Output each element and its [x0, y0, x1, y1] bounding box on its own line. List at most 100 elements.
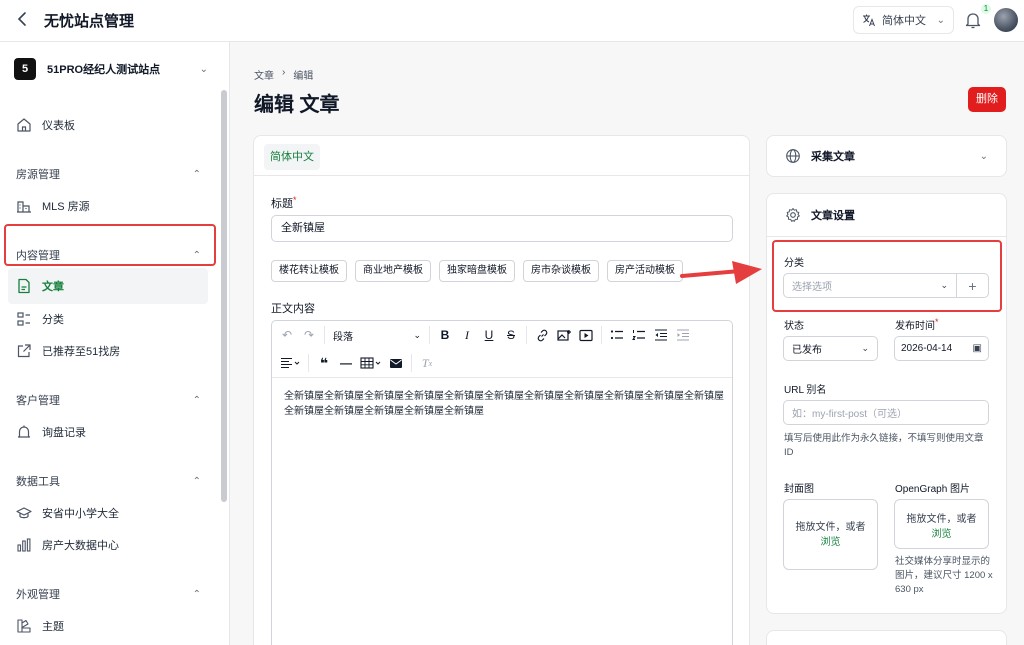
gear-icon — [786, 208, 800, 222]
template-button-event[interactable]: 房产活动模板 — [607, 260, 683, 282]
breadcrumb-item-edit: 编辑 — [293, 71, 314, 82]
panel-title: 采集文章 — [811, 151, 855, 163]
outdent-icon[interactable] — [650, 324, 672, 346]
toolbar-separator — [411, 354, 412, 372]
dropzone-text: 拖放文件，或者 — [795, 522, 866, 533]
title-input[interactable]: 全新镇屋 — [271, 215, 733, 242]
building-icon — [17, 201, 31, 213]
page-title: 编辑 文章 — [254, 94, 340, 116]
sidebar-item-label: 主题 — [42, 621, 64, 633]
toolbar-separator — [324, 326, 325, 344]
editor-card: 简体中文 标题* 全新镇屋 楼花转让模板 商业地产模板 独家暗盘模板 房市杂谈模… — [253, 135, 750, 645]
site-badge: 5 — [14, 58, 36, 80]
panel-header: 采集文章 — [785, 136, 855, 176]
strikethrough-icon[interactable]: S — [500, 324, 522, 346]
sidebar-group-listings[interactable]: 房源管理 ⌃ — [16, 166, 201, 182]
breadcrumb-item-articles[interactable]: 文章 — [254, 67, 274, 82]
publish-date-input[interactable]: 2026-04-14 ▣ — [894, 336, 989, 361]
slug-input[interactable]: 如：my-first-post（可选） — [783, 400, 989, 425]
bullet-list-icon[interactable] — [606, 324, 628, 346]
sidebar-group-appearance[interactable]: 外观管理 ⌃ — [16, 586, 201, 602]
email-icon[interactable] — [385, 352, 407, 374]
sidebar-item-schools[interactable]: 安省中小学大全 — [16, 503, 119, 523]
horizontal-rule-icon[interactable]: — — [335, 352, 357, 374]
sidebar-item-label: 文章 — [42, 281, 64, 293]
template-button-commercial[interactable]: 商业地产模板 — [355, 260, 431, 282]
browse-link[interactable]: 浏览 — [895, 527, 988, 542]
status-select[interactable]: 已发布 ⌄ — [783, 336, 878, 361]
sidebar-scrollbar[interactable] — [221, 90, 227, 502]
calendar-icon[interactable]: ▣ — [973, 343, 982, 354]
italic-icon[interactable]: I — [456, 324, 478, 346]
sidebar-group-label: 数据工具 — [16, 476, 60, 488]
sidebar-item-bigdata[interactable]: 房产大数据中心 — [16, 535, 119, 555]
delete-button[interactable]: 删除 — [968, 87, 1006, 112]
video-icon[interactable] — [575, 324, 597, 346]
table-select[interactable] — [357, 352, 385, 374]
dropzone-text: 拖放文件，或者 — [906, 514, 977, 525]
status-value: 已发布 — [792, 345, 822, 356]
graduation-cap-icon — [16, 507, 32, 519]
numbered-list-icon[interactable] — [628, 324, 650, 346]
chevron-right-icon: › — [282, 67, 286, 78]
chevron-down-icon: ⌄ — [936, 14, 945, 26]
home-icon — [17, 118, 31, 132]
sidebar-item-articles[interactable]: 文章 — [16, 276, 64, 296]
sidebar-group-data-tools[interactable]: 数据工具 ⌃ — [16, 473, 201, 489]
clear-format-icon[interactable]: Tx — [416, 352, 438, 374]
sidebar-item-recommended[interactable]: 已推荐至51找房 — [16, 341, 120, 361]
breadcrumb: 文章 › 编辑 — [254, 67, 313, 82]
toolbar-separator — [429, 326, 430, 344]
annotation-arrow — [680, 261, 762, 284]
toolbar-separator — [526, 326, 527, 344]
redo-icon[interactable]: ↷ — [298, 324, 320, 346]
required-mark: * — [935, 317, 939, 327]
sidebar-item-theme[interactable]: 主题 — [16, 616, 64, 636]
language-switcher[interactable]: 简体中文 ⌄ — [853, 6, 954, 34]
sidebar-item-label: 房产大数据中心 — [42, 540, 119, 552]
language-label: 简体中文 — [882, 15, 926, 27]
editor-content[interactable]: 全新镇屋全新镇屋全新镇屋全新镇屋全新镇屋全新镇屋全新镇屋全新镇屋全新镇屋全新镇屋… — [284, 389, 724, 419]
undo-icon[interactable]: ↶ — [276, 324, 298, 346]
cover-image-dropzone[interactable]: 拖放文件，或者 浏览 — [783, 499, 878, 570]
template-button-presale[interactable]: 楼花转让模板 — [271, 260, 347, 282]
bell-icon[interactable] — [964, 10, 982, 30]
bell-icon — [17, 425, 31, 438]
sidebar-item-label: MLS 房源 — [42, 201, 90, 213]
chevron-down-icon: ⌄ — [199, 63, 208, 75]
back-icon[interactable] — [14, 9, 32, 31]
template-button-exclusive[interactable]: 独家暗盘模板 — [439, 260, 515, 282]
sidebar-item-inquiries[interactable]: 询盘记录 — [16, 422, 86, 442]
translate-icon — [863, 14, 875, 27]
align-select[interactable] — [276, 352, 304, 374]
tab-simplified-chinese[interactable]: 简体中文 — [264, 144, 320, 170]
site-switcher[interactable]: 5 51PRO经纪人测试站点 ⌄ — [14, 58, 214, 80]
link-icon[interactable] — [531, 324, 553, 346]
sidebar-group-label: 房源管理 — [16, 169, 60, 181]
avatar[interactable] — [994, 8, 1018, 32]
chevron-up-icon: ⌃ — [192, 588, 201, 600]
sidebar-group-customers[interactable]: 客户管理 ⌃ — [16, 392, 201, 408]
annotation-highlight-sidebar — [4, 224, 216, 266]
divider — [272, 377, 732, 378]
sidebar-item-categories[interactable]: 分类 — [16, 309, 64, 329]
indent-icon[interactable] — [672, 324, 694, 346]
image-icon[interactable] — [553, 324, 575, 346]
sidebar-item-dashboard[interactable]: 仪表板 — [16, 115, 75, 135]
sidebar-item-mls[interactable]: MLS 房源 — [16, 196, 90, 216]
chevron-up-icon: ⌃ — [192, 475, 201, 487]
category-icon — [17, 312, 30, 326]
template-button-market-talk[interactable]: 房市杂谈模板 — [523, 260, 599, 282]
bold-icon[interactable]: B — [434, 324, 456, 346]
palette-icon — [17, 619, 31, 633]
paragraph-format-select[interactable]: 段落 ⌄ — [329, 324, 425, 346]
body-label: 正文内容 — [271, 303, 315, 315]
underline-icon[interactable]: U — [478, 324, 500, 346]
og-image-dropzone[interactable]: 拖放文件，或者 浏览 — [894, 499, 989, 549]
browse-link[interactable]: 浏览 — [784, 535, 877, 550]
document-icon — [18, 278, 30, 294]
collect-article-panel[interactable]: 采集文章 ⌄ — [766, 135, 1007, 177]
blockquote-icon[interactable]: ❝ — [313, 352, 335, 374]
cover-image-label: 封面图 — [784, 484, 814, 495]
chevron-down-icon: ⌄ — [979, 150, 988, 162]
